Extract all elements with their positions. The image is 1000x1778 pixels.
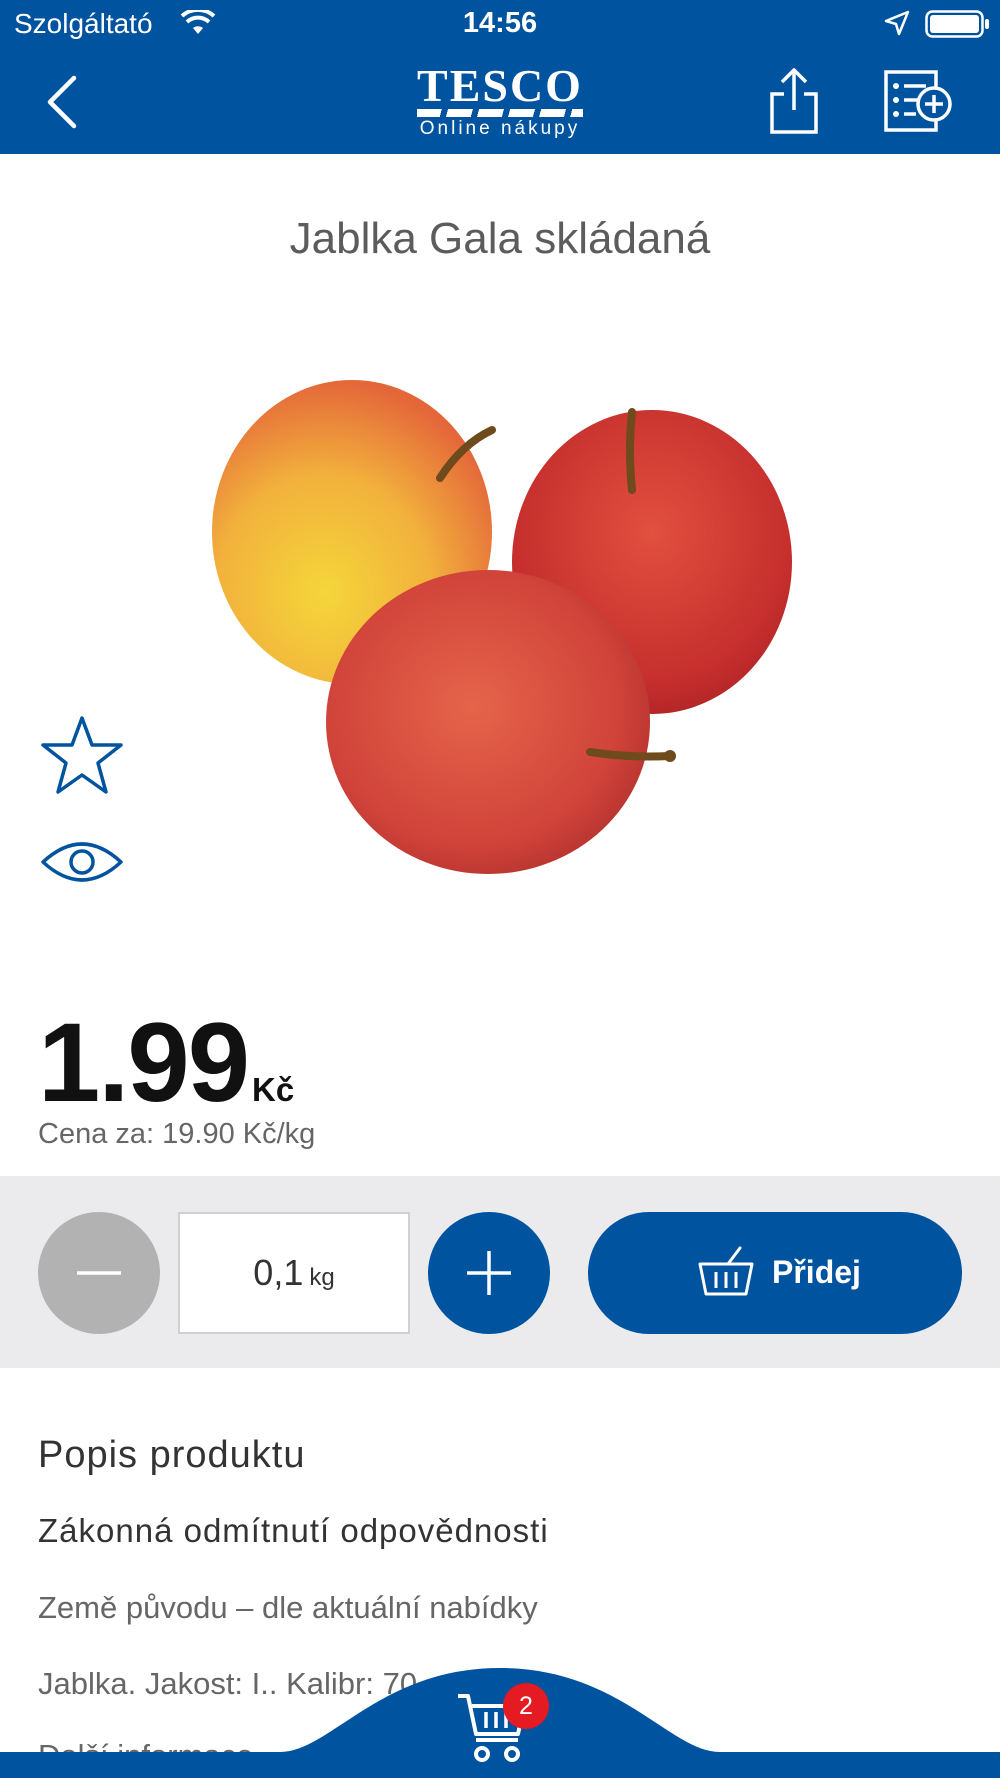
location-icon xyxy=(884,10,910,36)
description-line: Země původu – dle aktuální nabídky xyxy=(38,1590,538,1625)
share-icon[interactable] xyxy=(764,66,824,136)
navigation-bar: TESCO Online nákupy xyxy=(0,48,1000,154)
status-bar: Szolgáltató 14:56 xyxy=(0,0,1000,48)
plus-icon xyxy=(467,1251,511,1295)
quantity-value: 0,1 xyxy=(253,1252,304,1293)
increase-quantity-button[interactable] xyxy=(428,1212,550,1334)
decrease-quantity-button[interactable] xyxy=(38,1212,160,1334)
product-title: Jablka Gala skládaná xyxy=(289,214,711,263)
description-subheading: Zákonná odmítnutí odpovědnosti xyxy=(38,1512,549,1549)
quantity-field[interactable]: 0,1 kg xyxy=(178,1212,410,1334)
product-image xyxy=(212,380,792,874)
basket-icon xyxy=(698,1246,754,1296)
quantity-bar: 0,1 kg Přidej xyxy=(0,1176,1000,1368)
quantity-unit: kg xyxy=(309,1264,335,1291)
add-to-list-icon[interactable] xyxy=(884,70,954,134)
description-heading: Popis produktu xyxy=(38,1434,306,1476)
tesco-logo: TESCO Online nákupy xyxy=(0,60,1000,139)
add-to-basket-label: Přidej xyxy=(772,1254,861,1290)
unit-price: Cena za: 19.90 Kč/kg xyxy=(38,1118,316,1150)
price-currency: Kč xyxy=(251,1071,295,1108)
logo-subtitle: Online nákupy xyxy=(419,118,581,139)
clock: 14:56 xyxy=(462,7,538,39)
eye-icon[interactable] xyxy=(40,836,124,888)
price-value: 1.99 xyxy=(38,1000,250,1125)
cart-count-badge: 2 xyxy=(503,1683,549,1729)
add-to-basket-button[interactable]: Přidej xyxy=(588,1212,962,1334)
favorite-star-icon[interactable] xyxy=(40,714,124,796)
logo-wordmark: TESCO xyxy=(417,60,583,111)
battery-icon xyxy=(925,10,989,38)
price: 1.99 Kč xyxy=(38,998,294,1127)
minus-icon xyxy=(77,1271,121,1275)
